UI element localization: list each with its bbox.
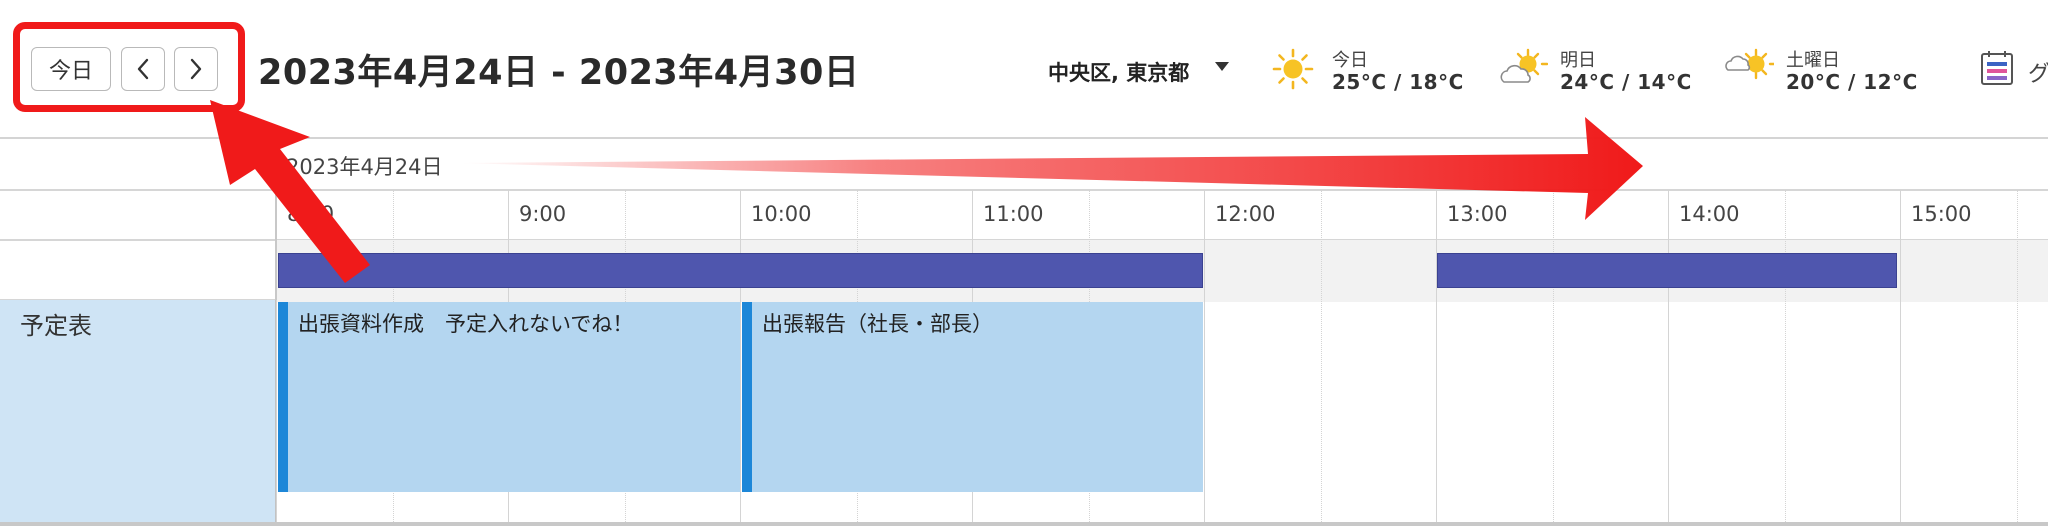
diagonal-arrow [210,100,370,283]
horizontal-arrow [458,117,1643,220]
annotation-overlay [210,100,1643,283]
